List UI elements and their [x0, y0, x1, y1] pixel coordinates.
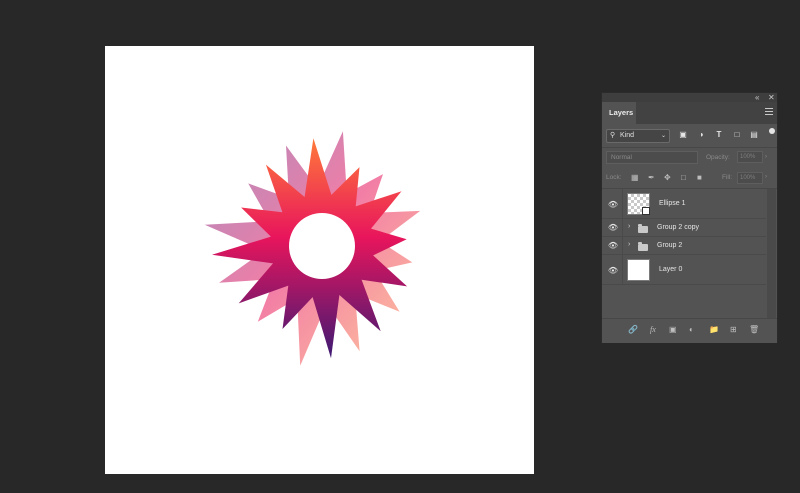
layer-name: Group 2	[657, 242, 683, 249]
type-filter-icon[interactable]: T	[714, 130, 724, 140]
panel-tab-row: Layers	[602, 102, 777, 124]
starburst-artwork	[204, 131, 421, 366]
delete-layer-icon[interactable]: 🗑	[749, 324, 759, 336]
fill-dropdown-icon[interactable]: ›	[765, 171, 767, 184]
blend-row: Normal Opacity: 100% ›	[606, 151, 774, 165]
chevron-down-icon: ⌄	[660, 133, 666, 139]
blend-mode-select[interactable]: Normal	[606, 151, 698, 164]
filter-toggle-icon[interactable]	[769, 128, 775, 134]
row-divider	[622, 219, 623, 236]
opacity-field[interactable]: 100%	[737, 151, 763, 163]
filter-kind-select[interactable]: ⚲ Kind ⌄	[606, 129, 670, 143]
new-group-icon[interactable]: 📁	[709, 324, 719, 336]
panel-topbar: « ✕	[602, 93, 777, 102]
visibility-eye-icon[interactable]: 👁	[607, 223, 619, 232]
folder-icon	[638, 224, 648, 233]
layer-thumbnail	[627, 193, 650, 215]
shape-filter-icon[interactable]: □	[732, 130, 742, 140]
ellipse-hole	[289, 213, 355, 279]
adjustment-layer-icon[interactable]: ◐	[689, 324, 694, 336]
tab-layers[interactable]: Layers	[602, 102, 636, 124]
visibility-eye-icon[interactable]: 👁	[607, 266, 619, 275]
fill-label: Fill:	[722, 174, 733, 181]
smart-object-filter-icon[interactable]: ▤	[749, 130, 759, 140]
layer-filter-row: ⚲ Kind ⌄ ▣ ◑ T □ ▤	[606, 128, 775, 144]
layer-name: Layer 0	[659, 266, 683, 273]
close-panel-icon[interactable]: ✕	[768, 93, 775, 102]
visibility-eye-icon[interactable]: 👁	[607, 200, 619, 209]
row-divider	[622, 189, 623, 218]
lock-artboard-icon[interactable]: □	[681, 171, 686, 184]
lock-image-icon[interactable]: ✒	[648, 171, 655, 184]
panel-footer: 🔗 fx ▣ ◐ 📁 ⊞ 🗑	[602, 318, 777, 343]
opacity-dropdown-icon[interactable]: ›	[765, 151, 767, 164]
layer-name: Group 2 copy	[657, 224, 700, 231]
row-divider	[622, 237, 623, 254]
collapse-panel-icon[interactable]: «	[755, 93, 759, 102]
layers-scrollbar[interactable]	[767, 189, 776, 318]
lock-all-icon[interactable]: ■	[697, 171, 702, 184]
visibility-eye-icon[interactable]: 👁	[607, 241, 619, 250]
row-divider	[622, 255, 623, 284]
add-mask-icon[interactable]: ▣	[669, 324, 677, 336]
chevron-right-icon[interactable]: ›	[628, 223, 630, 230]
link-layers-icon[interactable]: 🔗	[628, 324, 638, 336]
lock-row: Lock: ▦ ✒ ✥ □ ■ Fill: 100% ›	[606, 171, 774, 185]
lock-position-icon[interactable]: ✥	[664, 171, 671, 184]
opacity-label: Opacity:	[706, 154, 730, 161]
panel-menu-icon[interactable]	[765, 108, 773, 117]
lock-label: Lock:	[606, 174, 622, 181]
adjustment-filter-icon[interactable]: ◑	[696, 130, 706, 140]
lock-transparent-icon[interactable]: ▦	[631, 171, 639, 184]
layers-list: 👁 Ellipse 1 👁 › Group 2 copy 👁 › Group 2…	[602, 189, 766, 318]
shape-layer-badge-icon	[642, 207, 650, 215]
fill-field[interactable]: 100%	[737, 172, 763, 184]
layers-panel: « ✕ Layers ⚲ Kind ⌄ ▣ ◑ T □ ▤ Normal Opa…	[601, 92, 778, 343]
filter-kind-label: Kind	[620, 132, 635, 139]
document-canvas[interactable]	[105, 46, 534, 474]
folder-icon	[638, 242, 648, 251]
layer-row-layer-0[interactable]: 👁 Layer 0	[602, 255, 766, 285]
search-icon: ⚲	[610, 132, 616, 139]
layer-name: Ellipse 1	[659, 200, 686, 207]
layer-row-group-2-copy[interactable]: 👁 › Group 2 copy	[602, 219, 766, 237]
divider	[602, 147, 777, 148]
chevron-right-icon[interactable]: ›	[628, 241, 630, 248]
layer-row-group-2[interactable]: 👁 › Group 2	[602, 237, 766, 255]
pixel-filter-icon[interactable]: ▣	[678, 130, 688, 140]
layer-style-icon[interactable]: fx	[650, 324, 656, 336]
layer-row-ellipse-1[interactable]: 👁 Ellipse 1	[602, 189, 766, 219]
layer-thumbnail	[627, 259, 650, 281]
new-layer-icon[interactable]: ⊞	[730, 324, 737, 336]
